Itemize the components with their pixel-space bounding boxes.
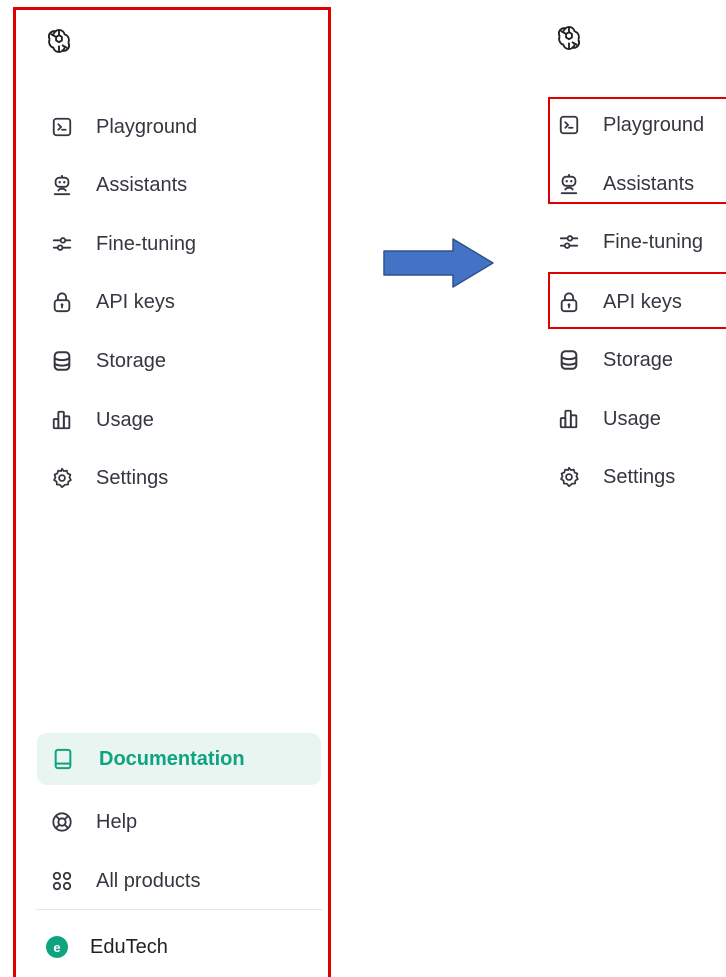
sidebar-item-usage[interactable]: Usage	[557, 399, 726, 439]
database-icon	[557, 348, 581, 372]
sidebar-item-fine-tuning[interactable]: Fine-tuning	[557, 222, 726, 262]
sidebar-item-label: Fine-tuning	[603, 230, 704, 253]
sidebar-item-settings[interactable]: Settings	[557, 457, 726, 497]
bar-chart-icon	[557, 407, 581, 431]
highlight-box-playground-assistants	[548, 97, 726, 204]
right-sidebar: Playground Assistants Fine-tuning API ke…	[0, 0, 726, 977]
openai-logo-icon[interactable]	[555, 24, 583, 52]
gear-icon	[557, 465, 581, 489]
sidebar-item-label: Usage	[603, 407, 661, 430]
sidebar-item-label: Storage	[603, 348, 674, 371]
highlight-box-api-keys	[548, 272, 726, 329]
annotated-screenshot: Playground Assistants Fine-tuning API ke…	[0, 0, 726, 977]
sliders-icon	[557, 230, 581, 254]
sidebar-item-storage[interactable]: Storage	[557, 340, 726, 380]
sidebar-item-label: Settings	[603, 465, 676, 488]
